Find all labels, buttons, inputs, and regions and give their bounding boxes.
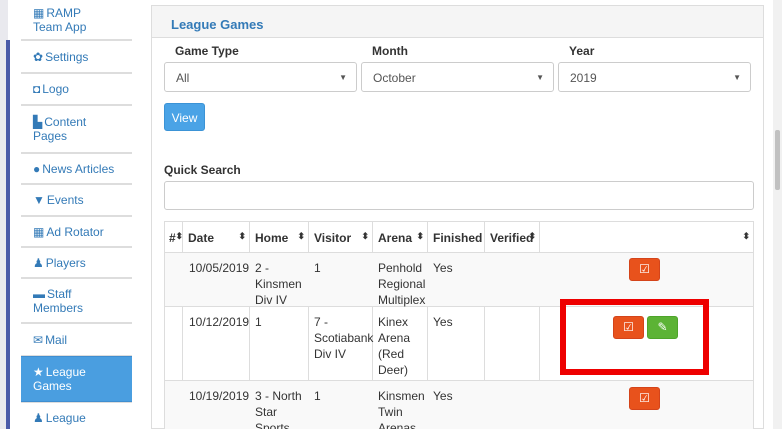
col-header-date[interactable]: Date ⬍ [182, 222, 249, 253]
sort-icon: ⬍ [297, 231, 305, 241]
year-select[interactable]: 2019 ▼ [558, 62, 751, 92]
sort-icon: ⬍ [238, 231, 246, 241]
chevron-down-icon: ▼ [339, 73, 347, 82]
cell-arena: Kinsmen Twin Arenas [378, 389, 425, 429]
star-icon: ★ [33, 365, 44, 379]
camera-icon: ◘ [33, 82, 41, 96]
cell-arena: Kinex Arena (Red Deer) [378, 315, 411, 377]
sidebar-item-settings[interactable]: ✿ Settings [21, 40, 132, 73]
cell-home: 1 [255, 315, 262, 329]
sidebar-item-news-articles[interactable]: ● News Articles [21, 153, 132, 184]
table-row: 10/19/2019 3 - North Star Sports 1 Kinsm… [165, 381, 753, 429]
grid-icon: ▦ [33, 6, 45, 20]
col-header-arena[interactable]: Arena ⬍ [372, 222, 427, 253]
cell-date: 10/05/2019 [189, 261, 250, 275]
page-edge [0, 0, 10, 429]
sort-icon: ⬍ [416, 231, 424, 241]
sidebar-nav: ▦ RAMP Team App ✿ Settings ◘ Logo ▙ Content … [21, 0, 132, 429]
briefcase-icon: ▬ [33, 286, 45, 301]
col-header-actions[interactable]: ⬍ [539, 222, 753, 253]
check-square-icon: ☑ [639, 391, 650, 405]
sort-icon: ⬍ [742, 231, 750, 241]
filter-icon: ▼ [33, 193, 45, 207]
month-select[interactable]: October ▼ [361, 62, 554, 92]
user-icon: ♟ [33, 255, 44, 270]
sidebar-item-ad-rotator[interactable]: ▦ Ad Rotator [21, 216, 132, 247]
quick-search-label: Quick Search [164, 163, 241, 177]
col-header-finished[interactable]: Finished [427, 222, 484, 253]
game-type-label: Game Type [175, 44, 239, 58]
cell-date: 10/12/2019 [189, 315, 250, 329]
month-label: Month [372, 44, 408, 58]
sidebar-item-logo[interactable]: ◘ Logo [21, 73, 132, 105]
sidebar-item-content-pages[interactable]: ▙ Content Pages [21, 105, 132, 153]
user-icon: ♟ [33, 411, 44, 425]
col-header-home[interactable]: Home ⬍ [249, 222, 308, 253]
scrollbar-thumb[interactable] [775, 130, 780, 190]
gear-icon: ✿ [33, 49, 44, 64]
view-button[interactable]: View [164, 103, 205, 131]
edit-score-button[interactable]: ☑ [629, 387, 660, 410]
cell-visitor: 7 - Scotiabank Div IV [314, 315, 374, 361]
cell-finished: Yes [433, 389, 453, 403]
chevron-down-icon: ▼ [536, 73, 544, 82]
year-label: Year [569, 44, 595, 58]
sidebar-item-league[interactable]: ♟ League [21, 402, 132, 429]
cell-visitor: 1 [314, 261, 321, 275]
col-header-visitor[interactable]: Visitor ⬍ [308, 222, 372, 253]
dashboard-icon: ▦ [33, 224, 45, 239]
sort-icon: ⬍ [528, 231, 536, 241]
cell-home: 2 - Kinsmen Div IV [255, 261, 302, 307]
col-header-verified[interactable]: Verified ⬍ [484, 222, 539, 253]
file-icon: ▙ [33, 115, 43, 129]
sidebar-item-league-games[interactable]: ★ League Games [21, 356, 132, 402]
cell-visitor: 1 [314, 389, 321, 403]
sidebar-item-events[interactable]: ▼ Events [21, 184, 132, 216]
highlight-box [560, 299, 709, 375]
sidebar-item-mail[interactable]: ✉ Mail [21, 323, 132, 356]
page-scrollbar[interactable] [773, 0, 782, 429]
sort-icon: ⬍ [361, 231, 369, 241]
envelope-icon: ✉ [33, 332, 44, 347]
chevron-down-icon: ▼ [733, 73, 741, 82]
quick-search-input[interactable] [164, 181, 754, 210]
cell-finished: Yes [433, 261, 453, 275]
sidebar-item-players[interactable]: ♟ Players [21, 247, 132, 278]
panel-title: League Games [152, 6, 763, 38]
globe-icon: ● [33, 161, 41, 176]
cell-home: 3 - North Star Sports [255, 389, 302, 429]
sidebar-item-ramp-team-app[interactable]: ▦ RAMP Team App [21, 0, 132, 40]
game-type-select[interactable]: All ▼ [164, 62, 357, 92]
cell-finished: Yes [433, 315, 453, 329]
sidebar-item-staff-members[interactable]: ▬ Staff Members [21, 278, 132, 323]
check-square-icon: ☑ [639, 262, 650, 276]
cell-date: 10/19/2019 [189, 389, 250, 403]
cell-arena: Penhold Regional Multiplex [378, 261, 426, 307]
edit-score-button[interactable]: ☑ [629, 258, 660, 281]
col-header-number[interactable]: # ⬍ [165, 222, 183, 253]
